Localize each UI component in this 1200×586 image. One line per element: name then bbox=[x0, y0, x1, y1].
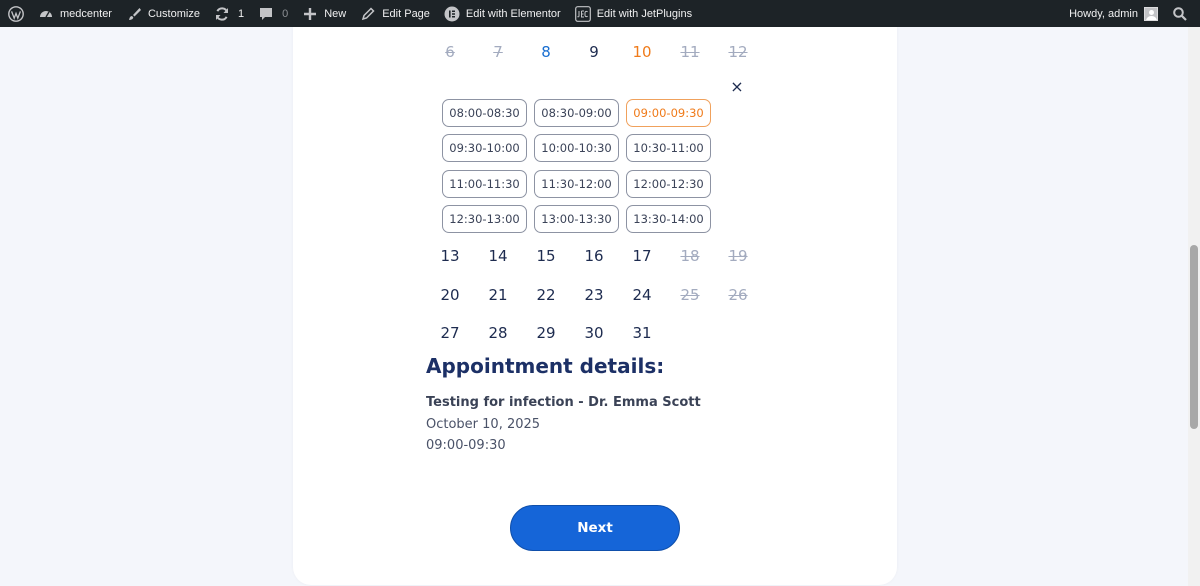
calendar-day[interactable]: 30 bbox=[570, 324, 618, 342]
edit-elementor-label: Edit with Elementor bbox=[465, 7, 561, 20]
next-button[interactable]: Next bbox=[510, 505, 680, 551]
site-name-label: medcenter bbox=[60, 7, 112, 20]
calendar-day-selected[interactable]: 10 bbox=[618, 43, 666, 61]
elementor-icon bbox=[444, 6, 460, 22]
time-slot-selected[interactable]: 09:00-09:30 bbox=[626, 99, 711, 127]
calendar-day: 6 bbox=[445, 43, 455, 61]
time-slot[interactable]: 08:00-08:30 bbox=[442, 99, 527, 127]
calendar-week-row: 13 14 15 16 17 18 19 bbox=[426, 247, 766, 277]
appointment-time: 09:00-09:30 bbox=[426, 438, 506, 453]
calendar-day: 12 bbox=[728, 43, 748, 61]
calendar-day[interactable]: 17 bbox=[618, 247, 666, 265]
my-account-link[interactable]: Howdy, admin bbox=[1062, 0, 1165, 27]
site-name-link[interactable]: medcenter bbox=[31, 0, 119, 27]
customize-label: Customize bbox=[147, 7, 200, 20]
updates-count: 1 bbox=[237, 7, 245, 20]
edit-jetplugins-label: Edit with JetPlugins bbox=[596, 7, 693, 20]
calendar-day[interactable]: 27 bbox=[426, 324, 474, 342]
calendar-day[interactable]: 31 bbox=[618, 324, 666, 342]
comments-link[interactable]: 0 bbox=[251, 0, 295, 27]
calendar-day: 18 bbox=[680, 247, 700, 265]
calendar-day: 25 bbox=[680, 286, 700, 304]
customize-link[interactable]: Customize bbox=[119, 0, 207, 27]
time-slot[interactable]: 12:00-12:30 bbox=[626, 170, 711, 198]
calendar-day: 19 bbox=[728, 247, 748, 265]
wordpress-logo-button[interactable] bbox=[0, 0, 31, 27]
calendar-day: 11 bbox=[680, 43, 700, 61]
calendar-day[interactable]: 29 bbox=[522, 324, 570, 342]
page-scrollbar-thumb[interactable] bbox=[1190, 245, 1198, 429]
comment-icon bbox=[258, 6, 274, 22]
edit-elementor-link[interactable]: Edit with Elementor bbox=[437, 0, 568, 27]
close-slots-button[interactable]: × bbox=[728, 78, 746, 96]
calendar-day[interactable]: 21 bbox=[474, 286, 522, 304]
edit-jetplugins-link[interactable]: Edit with JetPlugins bbox=[568, 0, 699, 27]
calendar-day[interactable]: 13 bbox=[426, 247, 474, 265]
calendar-day[interactable]: 14 bbox=[474, 247, 522, 265]
calendar-week-row: 20 21 22 23 24 25 26 bbox=[426, 286, 766, 316]
wordpress-icon bbox=[8, 5, 24, 22]
avatar bbox=[1144, 6, 1158, 21]
calendar-day[interactable]: 20 bbox=[426, 286, 474, 304]
calendar-week-row: 27 28 29 30 31 bbox=[426, 324, 766, 354]
calendar-day[interactable]: 8 bbox=[522, 43, 570, 61]
appointment-service: Testing for infection - Dr. Emma Scott bbox=[426, 395, 701, 410]
pencil-icon bbox=[360, 6, 376, 22]
appointment-date: October 10, 2025 bbox=[426, 417, 541, 432]
comments-count: 0 bbox=[282, 7, 289, 20]
dashboard-icon bbox=[38, 6, 54, 22]
time-slot[interactable]: 13:00-13:30 bbox=[534, 205, 619, 233]
time-slot[interactable]: 12:30-13:00 bbox=[442, 205, 527, 233]
edit-page-link[interactable]: Edit Page bbox=[353, 0, 437, 27]
jetplugins-icon bbox=[574, 5, 591, 22]
wp-admin-bar: medcenter Customize 1 0 New Edit Page Ed… bbox=[0, 0, 1200, 27]
calendar-day[interactable]: 23 bbox=[570, 286, 618, 304]
time-slot[interactable]: 11:00-11:30 bbox=[442, 170, 527, 198]
time-slot[interactable]: 10:00-10:30 bbox=[534, 134, 619, 162]
time-slot[interactable]: 11:30-12:00 bbox=[534, 170, 619, 198]
brush-icon bbox=[126, 6, 142, 22]
calendar-day[interactable]: 15 bbox=[522, 247, 570, 265]
time-slot[interactable]: 09:30-10:00 bbox=[442, 134, 527, 162]
time-slot[interactable]: 13:30-14:00 bbox=[626, 205, 711, 233]
new-content-link[interactable]: New bbox=[295, 0, 353, 27]
calendar-day[interactable]: 9 bbox=[570, 43, 618, 61]
calendar-day[interactable]: 22 bbox=[522, 286, 570, 304]
new-label: New bbox=[324, 7, 347, 20]
search-button[interactable] bbox=[1165, 0, 1200, 27]
calendar-day[interactable]: 16 bbox=[570, 247, 618, 265]
calendar-day[interactable]: 24 bbox=[618, 286, 666, 304]
time-slot[interactable]: 08:30-09:00 bbox=[534, 99, 619, 127]
edit-page-label: Edit Page bbox=[382, 7, 430, 20]
search-icon bbox=[1172, 6, 1188, 22]
appointment-details-heading: Appointment details: bbox=[426, 354, 665, 378]
calendar-day: 7 bbox=[493, 43, 503, 61]
howdy-label: Howdy, admin bbox=[1069, 7, 1138, 20]
time-slot[interactable]: 10:30-11:00 bbox=[626, 134, 711, 162]
calendar-day: 26 bbox=[728, 286, 748, 304]
updates-link[interactable]: 1 bbox=[207, 0, 251, 27]
calendar-day[interactable]: 28 bbox=[474, 324, 522, 342]
plus-icon bbox=[302, 6, 318, 22]
calendar-week-row: 6 7 8 9 10 11 12 bbox=[426, 43, 766, 73]
updates-icon bbox=[214, 6, 230, 22]
